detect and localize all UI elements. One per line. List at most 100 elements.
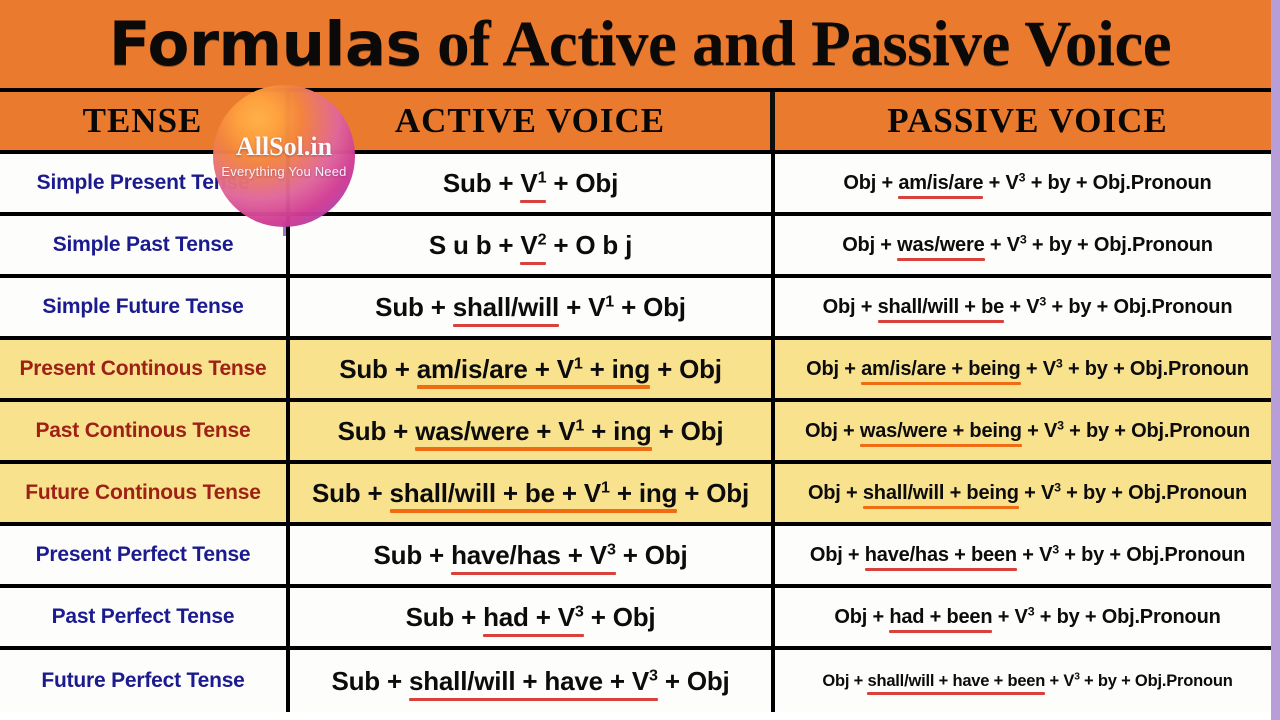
- header-label-passive: PASSIVE VOICE: [887, 101, 1168, 140]
- formula-suffix: + V3 + by + Obj.Pronoun: [984, 231, 1213, 256]
- tense-label: Simple Future Tense: [42, 295, 244, 318]
- watermark-brand-name: AllSol.in: [235, 132, 333, 161]
- cell-passive-formula: Obj + am/is/are + V3 + by + Obj.Pronoun: [775, 154, 1280, 212]
- formula-text: Sub + shall/will + have + V3 + Obj: [331, 666, 729, 697]
- cell-tense-name: Past Continous Tense: [0, 402, 290, 460]
- formula-highlight: shall/will + be: [877, 295, 1005, 318]
- tense-label: Future Continous Tense: [25, 481, 261, 504]
- formula-highlight: have/has + been: [864, 543, 1017, 566]
- formula-suffix: + Obj: [583, 601, 656, 632]
- cell-tense-name: Simple Future Tense: [0, 278, 290, 336]
- formula-prefix: S u b +: [428, 229, 521, 260]
- cell-passive-formula: Obj + have/has + been + V3 + by + Obj.Pr…: [775, 526, 1280, 584]
- page-root: Formulas of Active and Passive Voice TEN…: [0, 0, 1280, 720]
- right-edge-strip: [1271, 0, 1280, 720]
- formula-suffix: + V3 + by + Obj.Pronoun: [983, 169, 1212, 194]
- cell-passive-formula: Obj + was/were + being + V3 + by + Obj.P…: [775, 402, 1280, 460]
- page-banner: Formulas of Active and Passive Voice: [0, 0, 1280, 88]
- formula-prefix: Obj +: [804, 419, 860, 442]
- formula-prefix: Obj +: [822, 295, 878, 318]
- formula-highlight: have/has + V3: [451, 539, 616, 570]
- formula-prefix: Sub +: [339, 353, 417, 384]
- cell-active-formula: Sub + shall/will + V1 + Obj: [290, 278, 775, 336]
- tense-label: Future Perfect Tense: [41, 669, 245, 692]
- page-title-rest: of Active and Passive Voice: [421, 7, 1172, 80]
- formula-suffix: + Obj: [651, 415, 724, 446]
- formula-highlight: am/is/are + V1 + ing: [416, 353, 651, 384]
- formula-prefix: Sub +: [405, 601, 484, 632]
- table-row: Future Perfect Tense Sub + shall/will + h…: [0, 650, 1280, 712]
- formula-suffix: + V3 + by + Obj.Pronoun: [1018, 479, 1248, 504]
- formula-highlight: shall/will: [452, 291, 560, 322]
- formula-highlight: was/were: [897, 233, 985, 256]
- formula-highlight: was/were + being: [859, 419, 1022, 442]
- table-row: Simple Past Tense S u b + V2 + O b j Obj +…: [0, 216, 1280, 278]
- cell-tense-name: Future Continous Tense: [0, 464, 290, 522]
- formula-suffix: + Obj: [657, 665, 730, 696]
- formula-prefix: Sub +: [375, 291, 453, 322]
- table-header-row: TENSE ACTIVE VOICE PASSIVE VOICE: [0, 88, 1280, 154]
- formula-highlight: V2: [520, 229, 547, 260]
- formula-text: Obj + have/has + been + V3 + by + Obj.Pr…: [810, 543, 1246, 567]
- formula-suffix: + V1 + Obj: [559, 291, 686, 322]
- formula-suffix: + O b j: [546, 229, 633, 260]
- tense-label: Simple Past Tense: [52, 233, 234, 256]
- formula-text: Obj + shall/will + have + been + V3 + by…: [822, 671, 1233, 691]
- formula-text: Obj + had + been + V3 + by + Obj.Pronoun: [834, 605, 1220, 629]
- formula-text: S u b + V2 + O b j: [428, 229, 633, 261]
- cell-passive-formula: Obj + am/is/are + being + V3 + by + Obj.…: [775, 340, 1280, 398]
- header-label-tense: TENSE: [82, 101, 203, 140]
- tense-label: Past Perfect Tense: [51, 605, 235, 628]
- formula-prefix: Obj +: [807, 481, 863, 504]
- formula-highlight: V1: [520, 167, 547, 198]
- cell-passive-formula: Obj + shall/will + have + been + V3 + by…: [775, 650, 1280, 712]
- cell-active-formula: Sub + am/is/are + V1 + ing + Obj: [290, 340, 775, 398]
- page-title: Formulas of Active and Passive Voice: [108, 8, 1172, 80]
- formula-prefix: Obj +: [842, 233, 898, 256]
- formula-text: Sub + was/were + V1 + ing + Obj: [338, 416, 724, 447]
- table-body: Simple Present Tense Sub + V1 + Obj Obj + …: [0, 154, 1280, 712]
- cell-tense-name: Present Perfect Tense: [0, 526, 290, 584]
- formula-suffix: + V3 + by + Obj.Pronoun: [1021, 417, 1251, 442]
- formula-text: Obj + shall/will + being + V3 + by + Obj…: [807, 479, 1248, 505]
- formula-prefix: Obj +: [843, 171, 899, 194]
- formula-prefix: Sub +: [442, 167, 521, 198]
- formula-highlight: shall/will + be + V1 + ing: [389, 477, 678, 508]
- formula-highlight: shall/will + have + been: [867, 671, 1046, 690]
- formula-suffix: + Obj: [677, 477, 749, 508]
- formula-highlight: am/is/are: [898, 171, 984, 194]
- formula-highlight: had + been: [889, 605, 993, 628]
- cell-tense-name: Future Perfect Tense: [0, 650, 290, 712]
- cell-active-formula: Sub + V1 + Obj: [290, 154, 775, 212]
- formula-text: Sub + had + V3 + Obj: [406, 602, 656, 633]
- formula-suffix: + V3 + by + Obj.Pronoun: [1020, 355, 1249, 380]
- cell-passive-formula: Obj + shall/will + being + V3 + by + Obj…: [775, 464, 1280, 522]
- formula-text: Sub + V1 + Obj: [443, 168, 618, 199]
- watermark-logo: AllSol.in Everything You Need: [213, 85, 355, 227]
- formula-text: Sub + shall/will + be + V1 + ing + Obj: [312, 478, 749, 509]
- table-row: Simple Future Tense Sub + shall/will + V1…: [0, 278, 1280, 340]
- formula-prefix: Obj +: [834, 605, 890, 628]
- cell-active-formula: Sub + had + V3 + Obj: [290, 588, 775, 646]
- formula-suffix: + V3 + by + Obj.Pronoun: [1004, 293, 1233, 318]
- cell-active-formula: Sub + shall/will + be + V1 + ing + Obj: [290, 464, 775, 522]
- tense-label: Past Continous Tense: [35, 419, 251, 442]
- formula-text: Obj + was/were + being + V3 + by + Obj.P…: [804, 417, 1251, 443]
- cell-passive-formula: Obj + had + been + V3 + by + Obj.Pronoun: [775, 588, 1280, 646]
- header-cell-passive: PASSIVE VOICE: [775, 92, 1280, 150]
- tense-label: Present Perfect Tense: [35, 543, 251, 566]
- page-title-lead: Formulas: [108, 8, 422, 80]
- formula-text: Obj + was/were + V3 + by + Obj.Pronoun: [842, 231, 1213, 257]
- formula-suffix: + Obj: [650, 353, 722, 384]
- cell-active-formula: Sub + shall/will + have + V3 + Obj: [290, 650, 775, 712]
- formula-highlight: shall/will + have + V3: [408, 665, 658, 696]
- formula-text: Sub + have/has + V3 + Obj: [374, 540, 688, 571]
- cell-active-formula: Sub + was/were + V1 + ing + Obj: [290, 402, 775, 460]
- cell-active-formula: S u b + V2 + O b j: [290, 216, 775, 274]
- formula-highlight: am/is/are + being: [861, 357, 1021, 380]
- formula-suffix: + V3 + by + Obj.Pronoun: [1045, 671, 1233, 690]
- cell-tense-name: Past Perfect Tense: [0, 588, 290, 646]
- cell-passive-formula: Obj + was/were + V3 + by + Obj.Pronoun: [775, 216, 1280, 274]
- formula-prefix: Sub +: [331, 665, 409, 696]
- formula-prefix: Sub +: [373, 539, 452, 570]
